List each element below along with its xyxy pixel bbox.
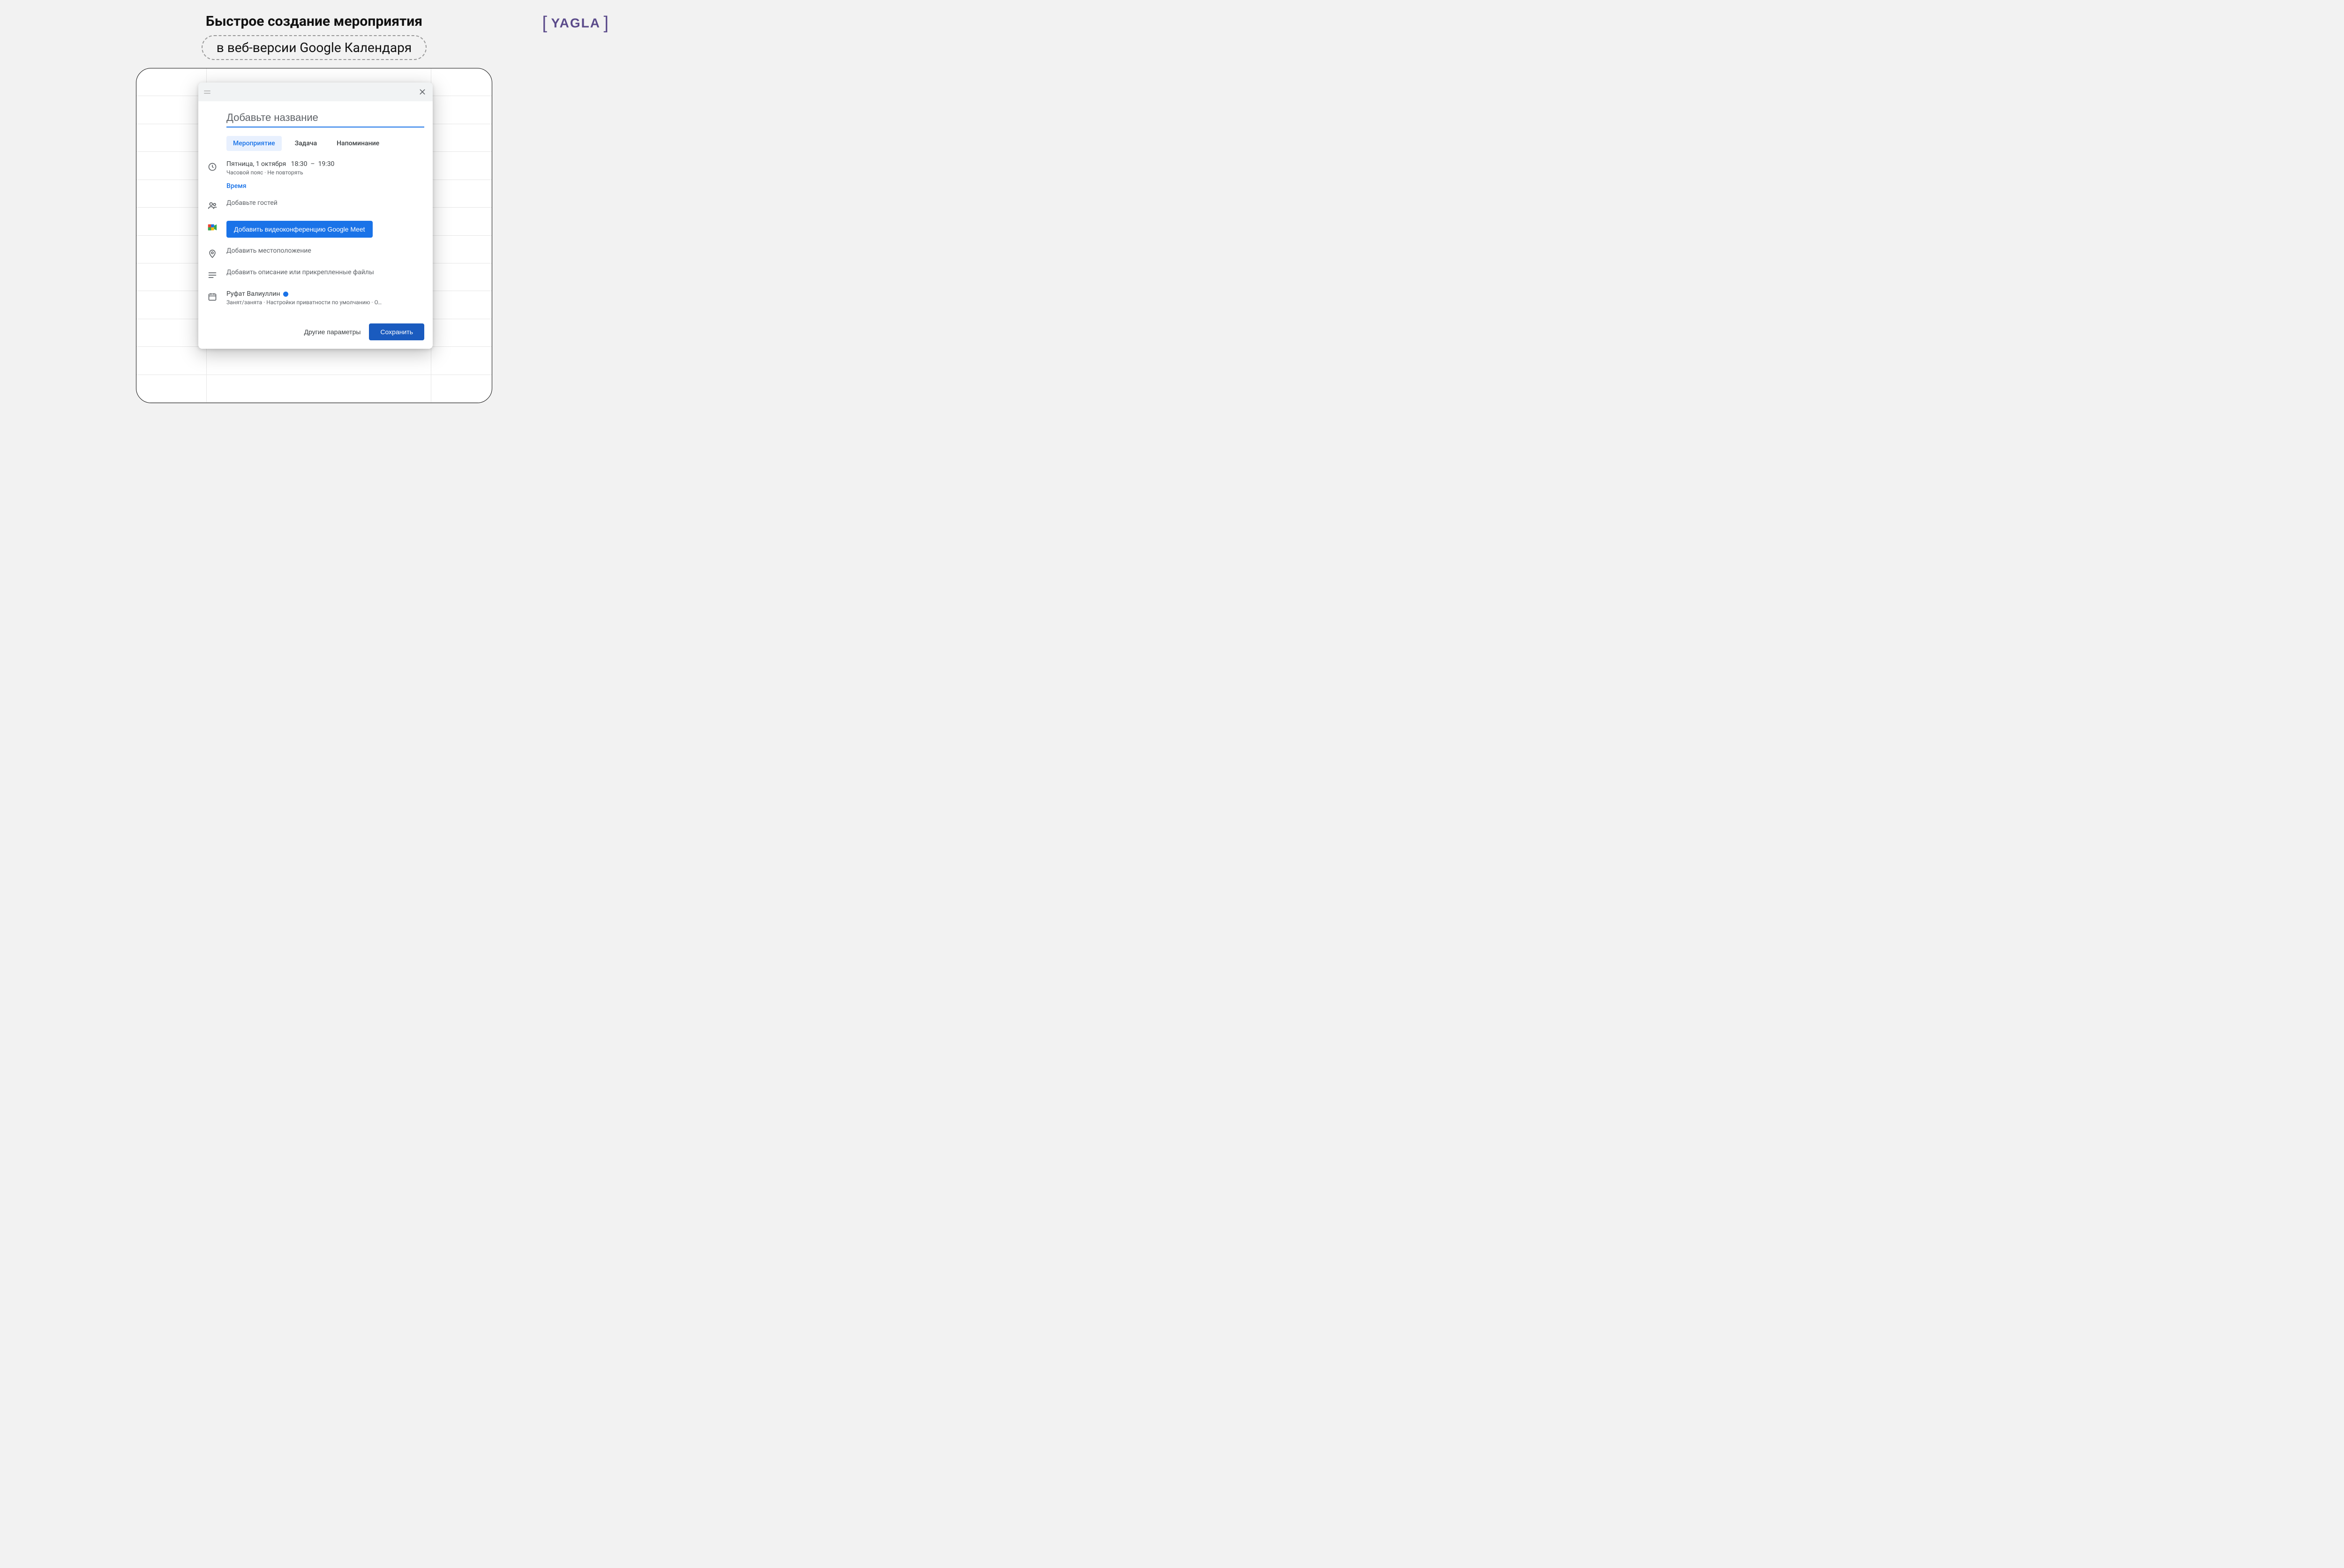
save-button[interactable]: Сохранить bbox=[369, 323, 424, 340]
event-type-tabs: Мероприятие Задача Напоминание bbox=[226, 136, 424, 151]
add-google-meet-button[interactable]: Добавить видеоконференцию Google Meet bbox=[226, 221, 373, 238]
more-options-button[interactable]: Другие параметры bbox=[304, 328, 361, 336]
description-icon bbox=[207, 270, 218, 281]
calendar-row[interactable]: Руфат Валиуллин Занят/занята · Настройки… bbox=[207, 290, 424, 306]
datetime-row[interactable]: Пятница, 1 октября 18:30 – 19:30 Часовой… bbox=[207, 160, 424, 176]
screenshot-frame: Мероприятие Задача Напоминание Пятница, … bbox=[136, 68, 492, 403]
google-meet-icon bbox=[207, 222, 218, 233]
datetime-line: Пятница, 1 октября 18:30 – 19:30 bbox=[226, 160, 424, 168]
location-placeholder: Добавить местоположение bbox=[226, 247, 424, 255]
popup-footer: Другие параметры Сохранить bbox=[198, 313, 433, 349]
brand-logo: [ YAGLA ] bbox=[542, 13, 609, 33]
calendar-color-dot bbox=[283, 292, 288, 297]
tab-task[interactable]: Задача bbox=[288, 136, 323, 151]
calendar-owner: Руфат Валиуллин bbox=[226, 290, 424, 298]
description-row[interactable]: Добавить описание или прикрепленные файл… bbox=[207, 269, 424, 281]
close-icon[interactable] bbox=[418, 87, 427, 97]
event-title-input[interactable] bbox=[226, 110, 424, 128]
guests-row[interactable]: Добавьте гостей bbox=[207, 199, 424, 211]
people-icon bbox=[207, 200, 218, 211]
find-time-link[interactable]: Время bbox=[226, 182, 424, 190]
drag-handle-icon[interactable] bbox=[204, 90, 210, 94]
calendar-settings-text: Занят/занята · Настройки приватности по … bbox=[226, 299, 405, 306]
clock-icon bbox=[207, 161, 218, 173]
description-placeholder: Добавить описание или прикрепленные файл… bbox=[226, 269, 424, 276]
calendar-icon bbox=[207, 291, 218, 302]
tab-reminder[interactable]: Напоминание bbox=[330, 136, 386, 151]
page-headline: Быстрое создание мероприятия в веб-верси… bbox=[0, 0, 628, 60]
quick-create-popup: Мероприятие Задача Напоминание Пятница, … bbox=[198, 83, 433, 349]
datetime-subtext: Часовой пояс · Не повторять bbox=[226, 169, 424, 176]
headline-subtitle-pill: в веб-версии Google Календаря bbox=[202, 35, 427, 60]
popup-header bbox=[198, 83, 433, 101]
tab-event[interactable]: Мероприятие bbox=[226, 136, 282, 151]
location-icon bbox=[207, 248, 218, 259]
location-row[interactable]: Добавить местоположение bbox=[207, 247, 424, 259]
guests-placeholder: Добавьте гостей bbox=[226, 199, 424, 207]
headline-title: Быстрое создание мероприятия bbox=[0, 13, 628, 30]
